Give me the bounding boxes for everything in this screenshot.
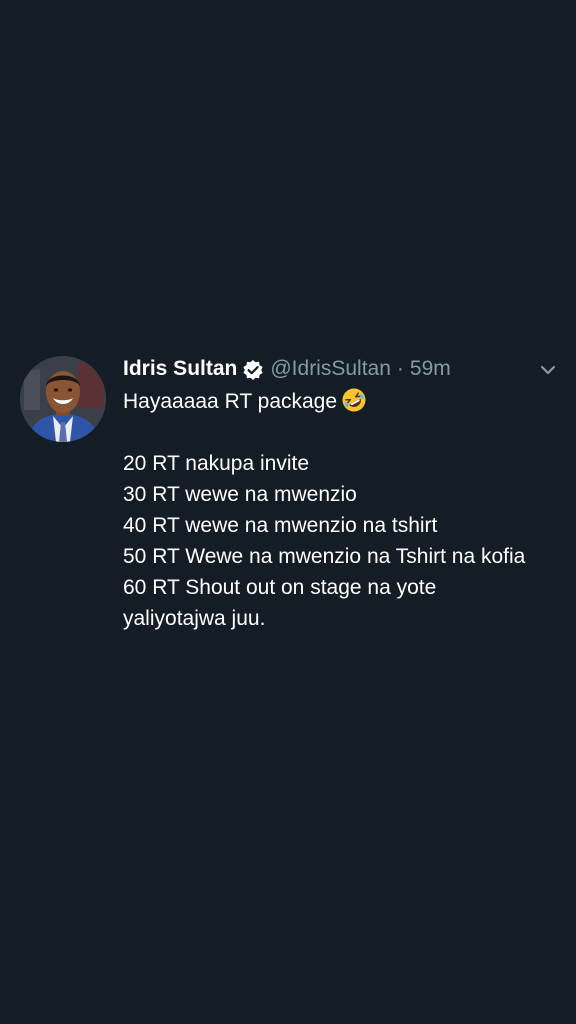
separator-dot: ·	[396, 357, 404, 380]
tweet-line: 20 RT nakupa invite	[123, 452, 310, 475]
tweet-header: Idris Sultan @IdrisSultan · 59m	[123, 352, 543, 386]
avatar-image	[20, 356, 106, 442]
timestamp[interactable]: 59m	[410, 352, 451, 386]
chevron-down-icon[interactable]	[538, 360, 558, 380]
tweet-line: 40 RT wewe na mwenzio na tshirt	[123, 514, 438, 537]
tweet-line: 30 RT wewe na mwenzio	[123, 483, 357, 506]
handle[interactable]: @IdrisSultan	[270, 352, 391, 386]
tweet-line: 50 RT Wewe na mwenzio na Tshirt na kofia	[123, 545, 526, 568]
verified-badge-icon	[242, 358, 264, 380]
display-name[interactable]: Idris Sultan	[123, 352, 237, 386]
rolling-on-floor-laughing-emoji-icon	[341, 387, 367, 413]
tweet-body: Idris Sultan @IdrisSultan · 59m Hayaaaaa…	[123, 352, 543, 634]
tweet[interactable]: Idris Sultan @IdrisSultan · 59m Hayaaaaa…	[18, 352, 564, 692]
tweet-line: 60 RT Shout out on stage na yote yaliyot…	[123, 576, 437, 630]
avatar[interactable]	[20, 356, 106, 442]
tweet-line-text: Hayaaaaa RT package	[123, 390, 338, 413]
tweet-line: Hayaaaaa RT package	[123, 386, 543, 417]
tweet-text: Hayaaaaa RT package 20 RT nakupa invite …	[123, 386, 543, 634]
